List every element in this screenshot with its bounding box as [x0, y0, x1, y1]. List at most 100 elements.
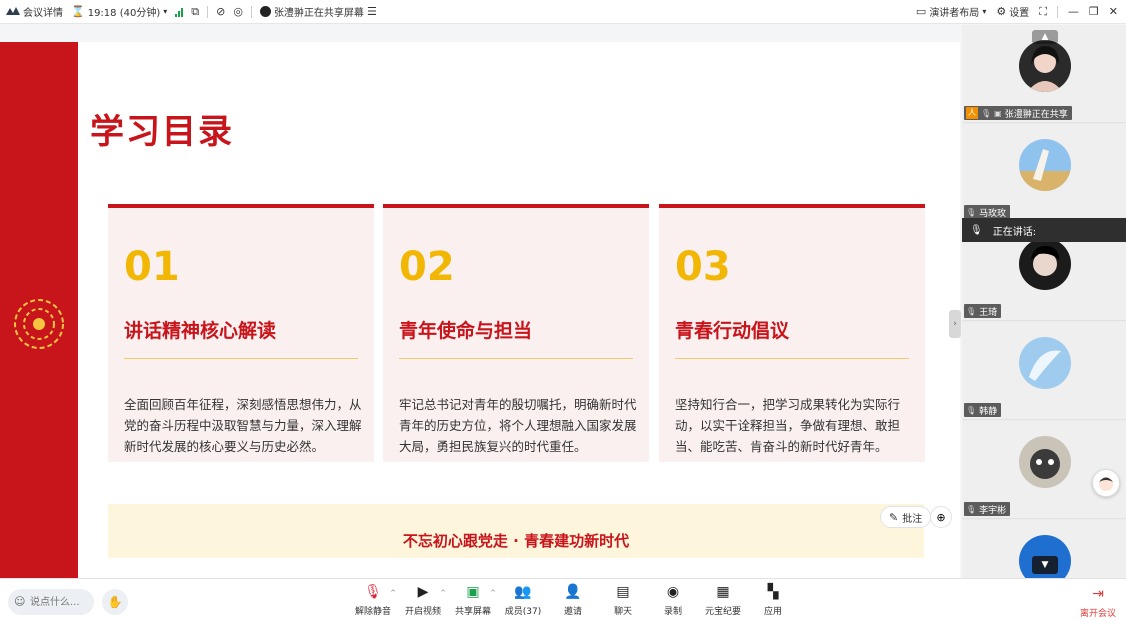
- participant-tile[interactable]: 🎙 马玫玫: [962, 124, 1126, 222]
- share-screen-button[interactable]: ▣ ^ 共享屏幕: [450, 583, 496, 617]
- apps-icon: ▚: [767, 584, 779, 600]
- card-heading: 青年使命与担当: [399, 320, 533, 342]
- host-badge-icon: 人: [966, 107, 978, 119]
- share-screen-icon: ▣: [466, 584, 480, 600]
- card-body: 全面回顾百年征程，深刻感悟思想伟力，从党的奋斗历程中汲取智慧与力量，深入理解新时…: [124, 397, 362, 454]
- slogan-text: 不忘初心跟党走 · 青春建功新时代: [402, 532, 630, 550]
- chevron-down-icon[interactable]: ▾: [163, 7, 167, 16]
- card-1: 01 讲话精神核心解读 全面回顾百年征程，深刻感悟思想伟力，从党的奋斗历程中汲取…: [108, 204, 374, 462]
- card-3: 03 青春行动倡议 坚持知行合一，把学习成果转化为实际行动，以实干诠释担当，争做…: [659, 204, 925, 462]
- scroll-up-button[interactable]: ▲: [1032, 30, 1058, 44]
- shared-screen: 学习目录 01 讲话精神核心解读 全面回顾百年征程，深刻感悟思想伟力，从党的奋斗…: [0, 42, 960, 578]
- mic-muted-icon: 🎙: [364, 584, 382, 600]
- collapse-panel-button[interactable]: ›: [949, 310, 961, 338]
- unmute-button[interactable]: 🎙 ^ 解除静音: [350, 583, 396, 617]
- divider: [207, 5, 209, 18]
- slogan-banner: 不忘初心跟党走 · 青春建功新时代: [108, 504, 924, 558]
- participant-name-tag: 人 🎙 ▣ 张澧翀正在共享: [964, 106, 1072, 120]
- speaking-indicator: 🎙 正在讲话:: [962, 218, 1126, 242]
- mic-muted-icon: 🎙: [966, 504, 977, 514]
- card-number: 01: [124, 244, 180, 290]
- top-bar: 会议详情 ⌛ 19:18 (40分钟) ▾ ⧉ ⊘ ◎ 张澧翀正在共享屏幕 ☰ …: [0, 0, 1126, 24]
- settings-button[interactable]: ⚙ 设置: [996, 4, 1029, 19]
- popout-icon[interactable]: ⧉: [191, 6, 199, 17]
- apps-button[interactable]: ▚ 应用: [750, 583, 796, 617]
- hand-icon: ✋: [107, 595, 123, 609]
- hide-self-view-icon[interactable]: ◎: [233, 6, 243, 17]
- scroll-down-button[interactable]: ▼: [1032, 556, 1058, 574]
- participant-tile[interactable]: 🎙 韩静: [962, 322, 1126, 420]
- mic-muted-icon: 🎙: [970, 224, 983, 236]
- card-number: 03: [675, 244, 731, 290]
- zoom-in-button[interactable]: ⊕: [930, 506, 952, 528]
- layout-icon: ▭: [915, 5, 927, 18]
- invite-button[interactable]: 👤 邀请: [550, 583, 596, 617]
- card-divider: [675, 358, 909, 359]
- meeting-logo-icon: [6, 6, 20, 18]
- chevron-up-icon[interactable]: ^: [490, 589, 496, 597]
- record-icon: ◉: [666, 584, 680, 600]
- avatar: [1019, 436, 1071, 488]
- participant-name-tag: 🎙 李宇彬: [964, 502, 1011, 516]
- card-body: 牢记总书记对青年的殷切嘱托，明确新时代青年的历史方位，将个人理想融入国家发展大局…: [399, 397, 637, 454]
- chat-button[interactable]: ▤ 聊天: [600, 583, 646, 617]
- layout-button[interactable]: ▭ 演讲者布局 ▾: [916, 4, 986, 19]
- chevron-down-icon: ▾: [982, 6, 987, 16]
- card-heading: 青春行动倡议: [675, 320, 790, 342]
- no-screenshot-icon[interactable]: ⊘: [216, 6, 225, 17]
- start-video-button[interactable]: ▶ ^ 开启视频: [400, 583, 446, 617]
- zoom-icon: ⊕: [936, 510, 946, 524]
- summary-icon: ▦: [716, 584, 730, 600]
- raise-hand-button[interactable]: ✋: [102, 589, 128, 615]
- avatar: [1019, 139, 1071, 191]
- card-2: 02 青年使命与担当 牢记总书记对青年的殷切嘱托，明确新时代青年的历史方位，将个…: [383, 204, 649, 462]
- avatar: [1019, 40, 1071, 92]
- chat-icon: ▤: [616, 584, 630, 600]
- card-number: 02: [399, 244, 455, 290]
- card-divider: [124, 358, 358, 359]
- meeting-controls: 🎙 ^ 解除静音 ▶ ^ 开启视频 ▣ ^ 共享屏幕 👥 成员(37) 👤 邀请…: [350, 583, 796, 617]
- members-icon: 👥: [514, 584, 532, 600]
- invite-icon: 👤: [564, 584, 582, 600]
- assistant-face-icon: [1099, 477, 1113, 491]
- smiley-icon: ☺: [14, 595, 26, 608]
- slide-title: 学习目录: [90, 112, 234, 152]
- members-button[interactable]: 👥 成员(37): [500, 583, 546, 617]
- sharer-avatar-icon: [259, 6, 271, 17]
- gear-icon: ⚙: [996, 5, 1007, 18]
- mic-muted-icon: 🎙: [966, 207, 977, 217]
- mic-icon: 🎙: [981, 108, 992, 118]
- bottom-toolbar: ☺ ✋ 🎙 ^ 解除静音 ▶ ^ 开启视频 ▣ ^ 共享屏幕 👥 成员(37) …: [0, 578, 1126, 623]
- meeting-details-button[interactable]: 会议详情: [6, 4, 63, 19]
- assistant-avatar-button[interactable]: [1092, 469, 1120, 497]
- participant-name-tag: 🎙 马玫玫: [964, 205, 1011, 219]
- fullscreen-icon[interactable]: ⛶: [1039, 6, 1047, 17]
- divider: [1056, 5, 1058, 18]
- summary-button[interactable]: ▦ 元宝纪要: [700, 583, 746, 617]
- hourglass-icon: ⌛: [71, 5, 85, 18]
- exit-icon: ⇥: [1092, 586, 1104, 602]
- video-off-icon: ▶: [417, 584, 429, 600]
- card-body: 坚持知行合一，把学习成果转化为实际行动，以实干诠释担当，争做有理想、敢担当、能吃…: [675, 397, 901, 454]
- avatar: [1019, 337, 1071, 389]
- participant-name-tag: 🎙 韩静: [964, 403, 1002, 417]
- participant-name-tag: 🎙 王琦: [964, 304, 1002, 318]
- mic-muted-icon: 🎙: [966, 405, 977, 415]
- menu-lines-icon[interactable]: ☰: [367, 6, 377, 17]
- record-button[interactable]: ◉ 录制: [650, 583, 696, 617]
- pen-icon: ✎: [889, 510, 899, 524]
- sun-emblem-icon: [14, 299, 64, 349]
- annotate-button[interactable]: ✎ 批注: [880, 506, 932, 528]
- sharing-status[interactable]: 张澧翀正在共享屏幕 ☰: [259, 4, 377, 19]
- leave-meeting-button[interactable]: ⇥ 离开会议: [1080, 585, 1116, 619]
- chevron-up-icon[interactable]: ^: [440, 589, 446, 597]
- minimize-icon[interactable]: —: [1068, 6, 1079, 17]
- close-icon[interactable]: ✕: [1109, 6, 1118, 17]
- meeting-timer: ⌛ 19:18 (40分钟) ▾: [71, 5, 168, 19]
- chevron-up-icon[interactable]: ^: [390, 589, 396, 597]
- avatar: [1019, 238, 1071, 290]
- card-divider: [399, 358, 633, 359]
- mic-muted-icon: 🎙: [966, 306, 977, 316]
- restore-icon[interactable]: ❐: [1089, 6, 1099, 17]
- network-signal-icon[interactable]: [175, 7, 184, 17]
